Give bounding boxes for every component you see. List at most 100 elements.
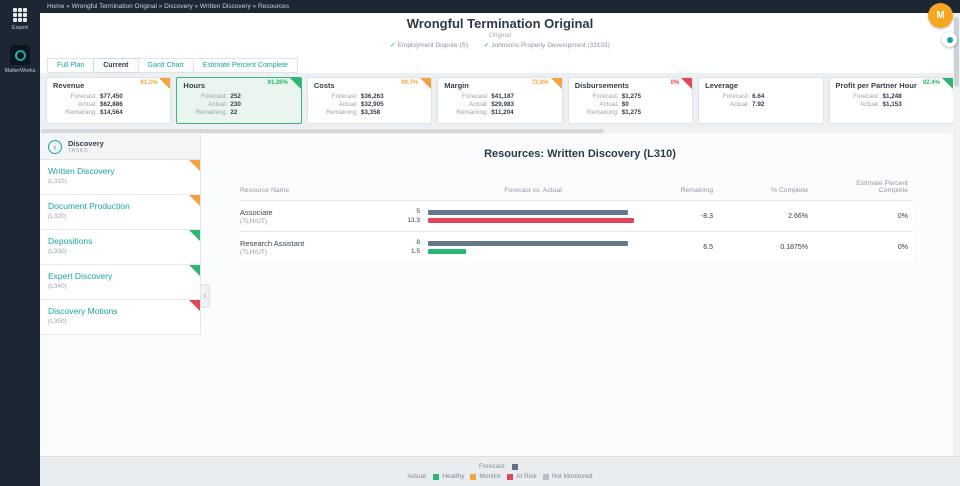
status-corner-icon <box>189 300 200 311</box>
vertical-scrollbar-thumb[interactable] <box>954 17 959 87</box>
forecast-value: 8 <box>390 238 420 247</box>
kpi-row-value: $1,275 <box>622 109 686 116</box>
forecast-bar <box>428 210 628 215</box>
kpi-row-value: $41,187 <box>491 93 555 100</box>
matter-meta: ✓Employment Dispute (S) ✓Johnsons Proper… <box>40 41 960 49</box>
task-code: (L320) <box>48 213 192 220</box>
tasks-panel-header: ‹ Discovery TASKS <box>40 134 200 160</box>
legend-item-label: At Risk <box>516 473 537 480</box>
kpi-card-leverage[interactable]: Leverage Forecast:6.64 Actual:7.92 <box>698 77 823 124</box>
kpi-row-label: Forecast: <box>836 93 880 100</box>
view-tabs: Full Plan Current Gantt Chart Estimate P… <box>40 57 960 73</box>
legend-forecast-label: Forecast: <box>479 463 506 470</box>
kpi-row-label: Remaining: <box>444 109 488 116</box>
tab-estimate-percent-complete[interactable]: Estimate Percent Complete <box>193 58 298 73</box>
panel-subtitle: TASKS <box>68 148 104 154</box>
legend-actual-line: Actual: Healthy Monitor At Risk Not Moni… <box>407 473 592 480</box>
bar-cell <box>428 241 638 254</box>
kpi-row-value: 22 <box>230 109 294 116</box>
status-corner-icon <box>420 78 431 89</box>
kpi-row-value: 252 <box>230 93 294 100</box>
legend-monitor-swatch <box>470 474 476 480</box>
kpi-values: Forecast:$1,275 Actual:$0 Remaining:$1,2… <box>575 93 686 116</box>
task-name: Written Discovery <box>48 166 192 176</box>
forecast-value: 5 <box>390 207 420 216</box>
status-corner-icon <box>189 195 200 206</box>
task-code: (L310) <box>48 178 192 185</box>
kpi-badge: 81.2% <box>140 80 157 86</box>
kpi-values: Forecast:252 Actual:230 Remaining:22 <box>183 93 294 116</box>
table-header-row: Resource Name Forecast vs. Actual Remain… <box>240 180 913 200</box>
kpi-row-value: $77,450 <box>100 93 164 100</box>
kpi-card-disbursements[interactable]: 0% Disbursements Forecast:$1,275 Actual:… <box>568 77 693 124</box>
col-remaining: Remaining <box>638 187 713 194</box>
kpi-row-value: $3,358 <box>361 109 425 116</box>
kpi-row-label: Actual: <box>183 101 227 108</box>
task-item-discovery-motions[interactable]: Discovery Motions (L350) <box>40 300 200 335</box>
rail-item-expert[interactable]: Expert <box>0 0 40 37</box>
rail-item-matterworks[interactable]: MatterWorks <box>0 37 40 80</box>
rail-item-label: MatterWorks <box>4 68 35 74</box>
kpi-row-value: $62,886 <box>100 101 164 108</box>
legend-item-label: Monitor <box>479 473 501 480</box>
legend-at-risk-swatch <box>507 474 513 480</box>
table-row: Associate (TLH/UT) 5 13.3 -8.3 2.66% 0% <box>240 200 913 231</box>
kpi-row-label: Forecast: <box>53 93 97 100</box>
horizontal-scrollbar-thumb[interactable] <box>41 129 604 133</box>
status-corner-icon <box>681 78 692 89</box>
legend-item-label: Not Monitored <box>552 473 593 480</box>
meta-client: ✓Johnsons Property Development (33103) <box>484 42 610 49</box>
help-bubble-button[interactable] <box>942 32 957 47</box>
vertical-scrollbar[interactable] <box>953 13 960 456</box>
legend-not-monitored-swatch <box>543 474 549 480</box>
pct-complete-value: 0.1875% <box>713 244 808 251</box>
kpi-row-label: Remaining: <box>314 109 358 116</box>
kpi-row-label: Remaining: <box>183 109 227 116</box>
actual-bar <box>428 218 634 223</box>
task-item-depositions[interactable]: Depositions (L330) <box>40 230 200 265</box>
kpi-card-costs[interactable]: 90.7% Costs Forecast:$36,263 Actual:$32,… <box>307 77 432 124</box>
task-code: (L340) <box>48 283 192 290</box>
kpi-card-hours[interactable]: 91.26% Hours Forecast:252 Actual:230 Rem… <box>176 77 301 124</box>
task-code: (L350) <box>48 318 192 325</box>
remaining-value: 6.5 <box>638 244 713 251</box>
actual-value: 1.5 <box>390 247 420 256</box>
kpi-card-revenue[interactable]: 81.2% Revenue Forecast:$77,450 Actual:$6… <box>46 77 171 124</box>
legend-forecast-swatch <box>512 464 518 470</box>
task-item-written-discovery[interactable]: Written Discovery (L310) <box>40 160 200 195</box>
task-item-expert-discovery[interactable]: Expert Discovery (L340) <box>40 265 200 300</box>
actual-bar <box>428 249 466 254</box>
panel-collapse-handle[interactable]: ‹ <box>201 284 210 308</box>
tab-gantt-chart[interactable]: Gantt Chart <box>138 58 194 73</box>
kpi-card-margin[interactable]: 72.8% Margin Forecast:$41,187 Actual:$29… <box>437 77 562 124</box>
back-button[interactable]: ‹ <box>48 140 62 154</box>
meta-practice-area: ✓Employment Dispute (S) <box>390 42 468 49</box>
tab-full-plan[interactable]: Full Plan <box>47 58 94 73</box>
table-row: Research Assistant (TLH/UT) 8 1.5 6.5 0.… <box>240 231 913 262</box>
page-header: Wrongful Termination Original Original ✓… <box>40 13 960 57</box>
kpi-row-value: $32,905 <box>361 101 425 108</box>
user-avatar[interactable]: M <box>928 3 953 28</box>
meta-label: Employment Dispute (S) <box>398 42 468 49</box>
kpi-row-value: 6.64 <box>752 93 816 100</box>
panel-title: Discovery <box>68 139 104 148</box>
task-name: Discovery Motions <box>48 306 192 316</box>
kpi-row-label: Forecast: <box>444 93 488 100</box>
task-item-document-production[interactable]: Document Production (L320) <box>40 195 200 230</box>
status-corner-icon <box>159 78 170 89</box>
tab-current[interactable]: Current <box>93 58 138 73</box>
kpi-row-label: Actual: <box>705 101 749 108</box>
kpi-row-value: $11,204 <box>491 109 555 116</box>
kpi-badge: 91.26% <box>267 80 287 86</box>
kpi-values: Forecast:$41,187 Actual:$29,983 Remainin… <box>444 93 555 116</box>
page-subtitle: Original <box>40 32 960 39</box>
kpi-row-label: Remaining: <box>53 109 97 116</box>
legend: Forecast: Actual: Healthy Monitor At Ris… <box>40 456 960 486</box>
app-rail: Expert MatterWorks <box>0 0 40 486</box>
remaining-value: -8.3 <box>638 213 713 220</box>
kpi-row-value: $1,153 <box>883 101 947 108</box>
breadcrumb[interactable]: Home » Wrongful Termination Original » D… <box>40 0 960 13</box>
status-corner-icon <box>551 78 562 89</box>
app-window: Expert MatterWorks Home » Wrongful Termi… <box>0 0 960 486</box>
kpi-card-profit-per-partner-hour[interactable]: 92.4% Profit per Partner Hour Forecast:$… <box>829 77 954 124</box>
